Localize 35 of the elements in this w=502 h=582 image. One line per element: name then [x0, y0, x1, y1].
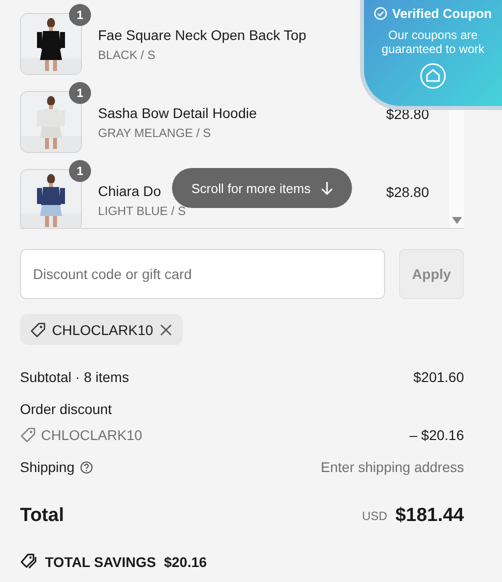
discount-amount: – $20.16 [410, 427, 464, 443]
quantity-badge: 1 [69, 82, 91, 104]
scroll-hint-button[interactable]: Scroll for more items [172, 168, 352, 208]
arrow-down-icon [320, 181, 333, 195]
code-label: CHLOCLARK10 [52, 322, 154, 338]
shipping-value: Enter shipping address [320, 459, 464, 475]
coupon-title: Verified Coupon [392, 6, 492, 21]
total-label: Total [20, 505, 64, 527]
help-icon[interactable] [80, 460, 92, 474]
discount-code: CHLOCLARK10 [41, 427, 142, 443]
house-icon [420, 62, 446, 89]
product-name: Chiara Do [98, 182, 162, 198]
remove-icon[interactable] [159, 322, 174, 336]
product-name: Fae Square Neck Open Back Top [98, 26, 306, 42]
currency-label: USD [362, 509, 388, 523]
tags-icon [20, 553, 37, 570]
quantity-badge: 1 [69, 160, 91, 182]
product-variant: GRAY MELANGE / S [98, 126, 211, 140]
total-savings-label: TOTAL SAVINGS [45, 554, 156, 570]
order-discount-label: Order discount [20, 401, 112, 417]
check-circle-icon [374, 7, 388, 20]
product-price: $28.80 [386, 106, 429, 122]
tag-icon [20, 427, 36, 443]
tag-icon [30, 322, 46, 338]
scroll-down-icon[interactable] [452, 217, 462, 224]
subtotal-label: Subtotal · 8 items [20, 369, 129, 385]
coupon-text: Our coupons are guaranteed to work [380, 29, 486, 57]
total-savings-value: $20.16 [164, 554, 207, 570]
total-value: $181.44 [395, 505, 464, 527]
shipping-label: Shipping [20, 459, 74, 475]
subtotal-value: $201.60 [413, 369, 464, 385]
product-price: $28.80 [386, 184, 429, 200]
product-variant: BLACK / S [98, 48, 156, 62]
product-name: Sasha Bow Detail Hoodie [98, 104, 257, 120]
quantity-badge: 1 [69, 4, 91, 26]
